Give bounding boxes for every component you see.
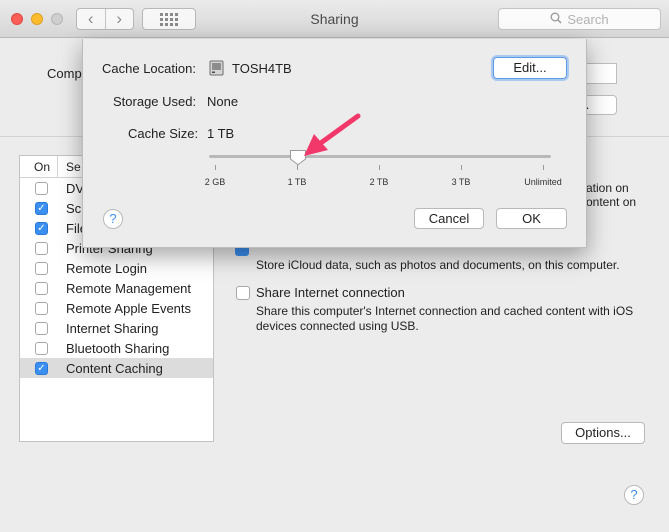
help-button[interactable]: ?	[103, 209, 123, 229]
service-checkbox[interactable]: ✓	[35, 361, 48, 375]
checkmark-icon: ✓	[37, 222, 46, 234]
cache-size-value: 1 TB	[207, 126, 235, 141]
cache-location-value: TOSH4TB	[232, 61, 292, 76]
service-checkbox[interactable]	[35, 261, 48, 275]
cache-size-label: Cache Size:	[128, 126, 199, 141]
icloud-description: Store iCloud data, such as photos and do…	[256, 258, 620, 272]
service-label: Remote Login	[66, 260, 147, 276]
service-row[interactable]: ✓ Content Caching	[20, 358, 213, 378]
ok-button[interactable]: OK	[496, 208, 567, 229]
service-row[interactable]: Remote Login	[20, 258, 213, 278]
slider-tick	[379, 165, 380, 170]
slider-tick	[543, 165, 544, 170]
clipped-description-1: ation on	[586, 181, 629, 195]
storage-used-label: Storage Used:	[113, 94, 197, 109]
service-label: Internet Sharing	[66, 320, 159, 336]
clipped-description-2: ontent on	[586, 195, 637, 209]
hard-disk-icon	[209, 60, 224, 76]
service-row[interactable]: Remote Apple Events	[20, 298, 213, 318]
checkmark-icon: ✓	[37, 202, 46, 214]
service-column-header[interactable]: Se	[58, 160, 81, 174]
options-button[interactable]: Options...	[561, 422, 645, 444]
slider-tick-label: 1 TB	[287, 177, 307, 187]
service-label: Remote Management	[66, 280, 192, 296]
title-bar: ‹ › Sharing Search	[0, 0, 669, 38]
service-checkbox[interactable]: ✓	[35, 201, 48, 215]
slider-tick-label: 2 TB	[369, 177, 389, 187]
service-checkbox[interactable]: ✓	[35, 221, 48, 235]
service-label: Sc	[66, 200, 82, 216]
service-row[interactable]: Internet Sharing	[20, 318, 213, 338]
slider-tick-label: 3 TB	[451, 177, 471, 187]
service-checkbox[interactable]	[35, 181, 48, 195]
search-icon	[550, 12, 562, 27]
search-field[interactable]: Search	[498, 8, 661, 30]
checkmark-icon: ✓	[37, 362, 46, 374]
service-row[interactable]: Remote Management	[20, 278, 213, 298]
share-internet-description: Share this computer's Internet connectio…	[256, 304, 634, 333]
share-internet-checkbox[interactable]	[236, 286, 250, 300]
cancel-button[interactable]: Cancel	[414, 208, 484, 229]
service-checkbox[interactable]	[35, 341, 48, 355]
slider-tick-label: 2 GB	[204, 177, 226, 187]
service-checkbox[interactable]	[35, 321, 48, 335]
slider-tick-label: Unlimited	[524, 177, 562, 187]
on-column-header[interactable]: On	[20, 156, 58, 177]
help-button-main[interactable]: ?	[624, 485, 644, 505]
share-internet-label[interactable]: Share Internet connection	[256, 285, 405, 300]
edit-cache-location-button[interactable]: Edit...	[493, 57, 567, 79]
service-label: Content Caching	[66, 360, 163, 376]
cache-size-slider-track[interactable]	[209, 155, 551, 158]
search-placeholder: Search	[567, 11, 609, 27]
cache-location-label: Cache Location:	[102, 61, 196, 76]
service-label: Remote Apple Events	[66, 300, 192, 316]
storage-used-value: None	[207, 94, 239, 109]
service-checkbox[interactable]	[35, 301, 48, 315]
computer-name-label: Comp	[47, 66, 82, 81]
service-row[interactable]: Bluetooth Sharing	[20, 338, 213, 358]
service-label: Bluetooth Sharing	[66, 340, 170, 356]
service-checkbox[interactable]	[35, 241, 48, 255]
slider-tick	[461, 165, 462, 170]
slider-tick	[215, 165, 216, 170]
annotation-arrow-icon	[304, 113, 361, 156]
service-checkbox[interactable]	[35, 281, 48, 295]
